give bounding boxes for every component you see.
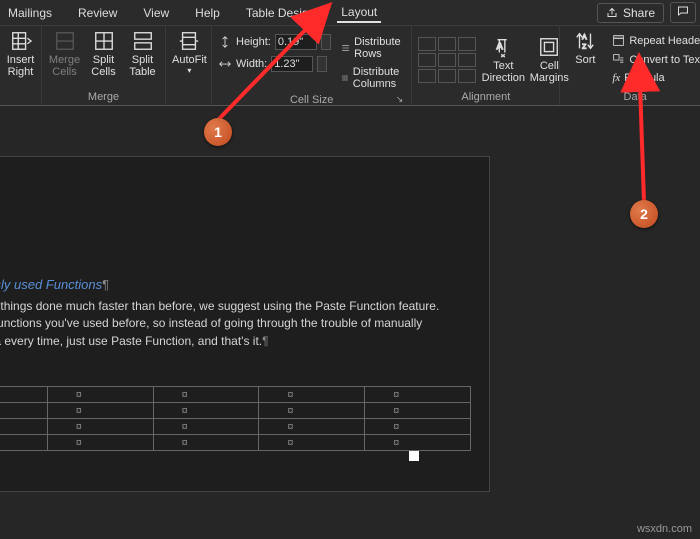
tab-help[interactable]: Help bbox=[191, 4, 224, 22]
tab-review[interactable]: Review bbox=[74, 4, 121, 22]
align-br[interactable] bbox=[458, 69, 476, 83]
height-input[interactable] bbox=[275, 34, 317, 50]
distribute-columns-icon bbox=[341, 71, 349, 85]
text-direction-button[interactable]: A Text Direction bbox=[484, 36, 522, 84]
distribute-rows-label: Distribute Rows bbox=[354, 36, 405, 60]
distribute-columns-label: Distribute Columns bbox=[353, 66, 406, 90]
split-table-button[interactable]: Split Table bbox=[126, 30, 159, 78]
align-mc[interactable] bbox=[438, 53, 456, 67]
content-table[interactable]: ¤¤¤¤¤ ¤¤¤¤¤ ¤¤¤¤¤ ¤¤¤¤¤ bbox=[0, 386, 471, 451]
width-input[interactable] bbox=[271, 56, 313, 72]
align-tr[interactable] bbox=[458, 37, 476, 51]
distribute-columns-button[interactable]: Distribute Columns bbox=[341, 66, 405, 90]
align-bl[interactable] bbox=[418, 69, 436, 83]
formula-icon: fx bbox=[612, 72, 620, 84]
cursor-handle[interactable] bbox=[409, 451, 419, 461]
share-button[interactable]: Share bbox=[597, 3, 664, 23]
align-bc[interactable] bbox=[438, 69, 456, 83]
svg-text:A: A bbox=[497, 40, 504, 50]
comments-button[interactable] bbox=[670, 2, 696, 23]
svg-text:Z: Z bbox=[583, 43, 587, 50]
sort-button[interactable]: AZ Sort bbox=[566, 30, 604, 66]
autofit-icon bbox=[178, 30, 200, 52]
split-cells-label: Split Cells bbox=[91, 54, 115, 78]
split-cells-icon bbox=[93, 30, 115, 52]
align-tc[interactable] bbox=[438, 37, 456, 51]
comment-icon bbox=[677, 5, 689, 17]
text-direction-label: Text Direction bbox=[482, 60, 525, 84]
cell-size-group-label: Cell Size bbox=[290, 94, 333, 106]
merge-cells-icon bbox=[54, 30, 76, 52]
sort-label: Sort bbox=[575, 54, 595, 66]
insert-right-button[interactable]: Insert Right bbox=[6, 30, 35, 78]
merge-cells-label: Merge Cells bbox=[49, 54, 80, 78]
distribute-rows-button[interactable]: Distribute Rows bbox=[341, 36, 405, 60]
table-row[interactable]: ¤¤¤¤¤ bbox=[0, 403, 471, 419]
cell-size-launcher-icon[interactable]: ↘ bbox=[396, 94, 404, 105]
autofit-label: AutoFit bbox=[172, 54, 207, 66]
align-ml[interactable] bbox=[418, 53, 436, 67]
tab-layout[interactable]: Layout bbox=[337, 3, 381, 23]
repeat-header-icon bbox=[612, 34, 625, 47]
alignment-group-label: Alignment bbox=[418, 89, 553, 105]
align-mr[interactable] bbox=[458, 53, 476, 67]
autofit-button[interactable]: AutoFit ▾ bbox=[172, 30, 207, 75]
share-icon bbox=[606, 7, 618, 19]
insert-right-icon bbox=[10, 30, 32, 52]
tab-mailings[interactable]: Mailings bbox=[4, 4, 56, 22]
formula-label: Formula bbox=[624, 72, 664, 84]
width-spinner[interactable] bbox=[317, 56, 327, 72]
align-tl[interactable] bbox=[418, 37, 436, 51]
formula-button[interactable]: fx Formula bbox=[612, 70, 700, 86]
sort-icon: AZ bbox=[574, 30, 596, 52]
height-label: Height: bbox=[236, 36, 271, 48]
share-label: Share bbox=[623, 6, 655, 20]
tab-table-design[interactable]: Table Design bbox=[242, 4, 319, 22]
width-icon bbox=[218, 57, 232, 71]
annotation-marker-1: 1 bbox=[204, 118, 232, 146]
table-row[interactable]: ¤¤¤¤¤ bbox=[0, 435, 471, 451]
merge-cells-button: Merge Cells bbox=[48, 30, 81, 78]
repeat-header-label: Repeat Header bbox=[629, 35, 700, 47]
height-icon bbox=[218, 35, 232, 49]
alignment-grid[interactable] bbox=[418, 37, 476, 83]
page: e previously used Functions¶ vant to get… bbox=[0, 156, 490, 492]
doc-heading: e previously used Functions¶ bbox=[0, 277, 489, 292]
doc-paragraph: vant to get things done much faster than… bbox=[0, 298, 489, 350]
distribute-rows-icon bbox=[341, 41, 350, 55]
tab-view[interactable]: View bbox=[139, 4, 173, 22]
convert-label: Convert to Tex bbox=[629, 54, 700, 66]
merge-group-label: Merge bbox=[48, 89, 159, 105]
rows-cols-group-label bbox=[6, 101, 35, 105]
data-group-label: Data bbox=[566, 89, 700, 105]
annotation-marker-2: 2 bbox=[630, 200, 658, 228]
split-table-label: Split Table bbox=[129, 54, 155, 78]
width-label: Width: bbox=[236, 58, 267, 70]
text-direction-icon: A bbox=[492, 36, 514, 58]
repeat-header-button[interactable]: Repeat Header bbox=[612, 32, 700, 49]
table-row[interactable]: ¤¤¤¤¤ bbox=[0, 419, 471, 435]
height-spinner[interactable] bbox=[321, 34, 331, 50]
document-canvas[interactable]: e previously used Functions¶ vant to get… bbox=[0, 106, 700, 539]
split-table-icon bbox=[132, 30, 154, 52]
insert-right-label: Insert Right bbox=[7, 54, 35, 78]
cell-margins-icon bbox=[538, 36, 560, 58]
split-cells-button[interactable]: Split Cells bbox=[87, 30, 120, 78]
watermark: wsxdn.com bbox=[637, 523, 692, 535]
table-row[interactable]: ¤¤¤¤¤ bbox=[0, 387, 471, 403]
convert-icon bbox=[612, 53, 625, 66]
svg-text:A: A bbox=[583, 34, 588, 41]
convert-to-text-button[interactable]: Convert to Tex bbox=[612, 51, 700, 68]
